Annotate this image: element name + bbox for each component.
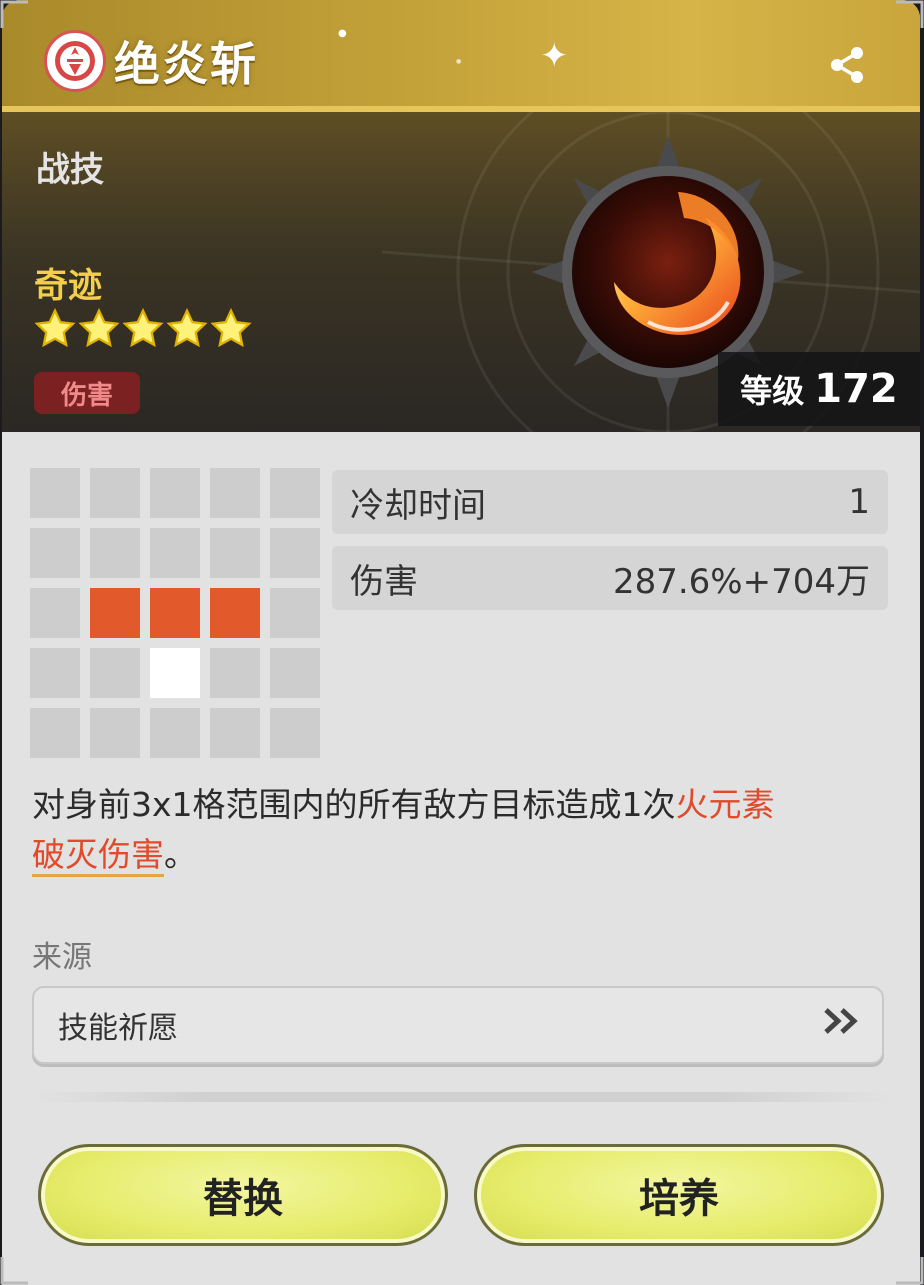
element-highlight: 火元素 [675,785,775,824]
stat-value: 287.6%+704万 [612,561,870,602]
replace-button[interactable]: 替换 [38,1144,448,1246]
skill-description: 对身前3x1格范围内的所有敌方目标造成1次火元素破灭伤害。 [32,780,892,880]
skill-level: 等级 172 [718,352,920,426]
frame-corner-decoration [0,0,28,28]
frame-corner-decoration [896,1257,924,1285]
range-cell [30,528,80,578]
source-item-label: 技能祈愿 [58,1011,178,1046]
stat-label: 冷却时间 [350,485,486,526]
range-cell-target [150,588,200,638]
source-item-button[interactable]: 技能祈愿 [32,986,884,1064]
range-cell [90,648,140,698]
skill-type-label: 战技 [36,150,104,190]
stat-label: 伤害 [350,561,418,602]
range-cell [30,588,80,638]
attack-range-grid [30,468,320,758]
range-cell [210,528,260,578]
damage-type-link[interactable]: 破灭伤害 [32,835,164,874]
range-cell-target [210,588,260,638]
description-suffix: 。 [164,835,197,874]
frame-corner-decoration [896,0,924,28]
sparkle-decoration: ● [456,58,462,65]
faction-emblem-icon [44,30,106,92]
range-cell [210,648,260,698]
skill-detail-card: ✦ ● ● 绝炎斩 战技 奇迹 伤害 等级 172 冷却时间 1 伤害 287.… [2,0,920,1285]
range-cell [270,588,320,638]
range-cell-self [150,648,200,698]
star-icon [122,308,164,348]
card-header: ✦ ● ● 绝炎斩 [2,0,920,106]
range-cell [90,468,140,518]
star-icon [34,308,76,348]
range-cell [90,708,140,758]
share-icon[interactable] [824,42,870,88]
stat-row-damage: 伤害 287.6%+704万 [332,546,888,610]
range-cell [150,468,200,518]
range-cell [150,528,200,578]
range-cell [270,648,320,698]
range-cell [270,468,320,518]
star-icon [166,308,208,348]
skill-hero-panel: 战技 奇迹 伤害 等级 172 [2,112,920,432]
rarity-stars [34,308,252,350]
range-cell [150,708,200,758]
rarity-label: 奇迹 [34,266,102,306]
range-cell [210,468,260,518]
double-chevron-right-icon [822,1006,862,1044]
range-cell [210,708,260,758]
range-cell [30,648,80,698]
sparkle-decoration: ● [338,28,347,39]
range-cell [30,468,80,518]
range-cell-target [90,588,140,638]
damage-tag: 伤害 [34,372,140,414]
description-text: 对身前3x1格范围内的所有敌方目标造成1次 [32,785,676,824]
range-cell [30,708,80,758]
cultivate-button[interactable]: 培养 [474,1144,884,1246]
level-value: 172 [814,366,898,412]
skill-title: 绝炎斩 [114,37,258,91]
stat-row-cooldown: 冷却时间 1 [332,470,888,534]
range-cell [90,528,140,578]
range-cell [270,528,320,578]
frame-corner-decoration [0,1257,28,1285]
range-cell [270,708,320,758]
star-icon [78,308,120,348]
divider [32,1092,892,1102]
star-icon [210,308,252,348]
level-label: 等级 [740,372,805,410]
sparkle-decoration: ✦ [540,36,569,76]
stat-value: 1 [848,482,870,522]
source-label: 来源 [32,940,92,975]
